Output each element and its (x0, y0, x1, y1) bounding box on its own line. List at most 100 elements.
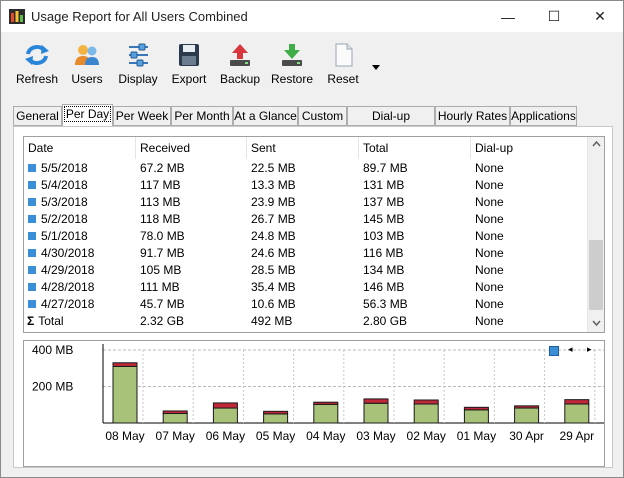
cell-date: Σ Total (24, 313, 136, 330)
date-text: 5/3/2018 (41, 195, 88, 209)
cell-date: 5/1/2018 (24, 228, 136, 245)
cell-date: 5/4/2018 (24, 177, 136, 194)
tab-dial-up-sessions[interactable]: Dial-up Sessions (347, 106, 435, 141)
bar-sent (363, 398, 389, 404)
refresh-button[interactable]: Refresh (9, 43, 65, 91)
table-row[interactable]: 4/30/2018 91.7 MB 24.6 MB 116 MB None (24, 245, 589, 262)
column-header-dial-up[interactable]: Dial-up (471, 137, 589, 159)
cell-sent: 22.5 MB (251, 161, 296, 175)
cell-sent: 492 MB (251, 314, 293, 328)
table-row[interactable]: 5/1/2018 78.0 MB 24.8 MB 103 MB None (24, 228, 589, 245)
sigma-total-icon: Σ (27, 314, 35, 328)
table-row[interactable]: 5/5/2018 67.2 MB 22.5 MB 89.7 MB None (24, 160, 589, 177)
reset-button[interactable]: Reset (315, 43, 371, 91)
cell-received: 113 MB (140, 195, 181, 209)
tab-per-week[interactable]: Per Week (113, 106, 171, 126)
cell-dial-up: None (475, 212, 504, 226)
app-icon (9, 9, 25, 24)
per-day-panel: Date Received Sent Total Dial-up 5/5/201… (13, 126, 613, 468)
users-label: Users (71, 72, 103, 86)
users-button[interactable]: Users (59, 43, 115, 91)
table-vertical-scrollbar[interactable] (587, 137, 604, 332)
scroll-up-arrow-icon[interactable] (592, 141, 601, 147)
x-tick-label: 06 May (206, 429, 245, 443)
column-header-received[interactable]: Received (136, 137, 247, 159)
bar-sent (413, 399, 439, 405)
cell-date: 5/2/2018 (24, 211, 136, 228)
title-bar[interactable]: Usage Report for All Users Combined — ☐ … (1, 1, 623, 32)
cell-total: 56.3 MB (363, 297, 408, 311)
cell-dial-up: None (475, 314, 504, 328)
table-row[interactable]: 5/2/2018 118 MB 26.7 MB 145 MB None (24, 211, 589, 228)
export-button[interactable]: Export (161, 43, 217, 91)
column-header-total[interactable]: Total (359, 137, 471, 159)
x-tick-label: 03 May (356, 429, 395, 443)
cell-received: 111 MB (140, 280, 180, 294)
scroll-down-arrow-icon[interactable] (592, 320, 601, 326)
cell-date: 5/3/2018 (24, 194, 136, 211)
tab-general[interactable]: General (13, 106, 62, 126)
tab-hourly-rates[interactable]: Hourly Rates (435, 106, 510, 126)
x-tick-label: 08 May (105, 429, 144, 443)
cell-total: 145 MB (363, 212, 405, 226)
table-row[interactable]: 5/3/2018 113 MB 23.9 MB 137 MB None (24, 194, 589, 211)
day-color-icon (28, 249, 36, 257)
tab-custom[interactable]: Custom (298, 106, 347, 126)
table-total-row[interactable]: Σ Total 2.32 GB 492 MB 2.80 GB None (24, 313, 589, 330)
bar-sent (162, 410, 188, 415)
cell-date: 4/30/2018 (24, 245, 136, 262)
restore-label: Restore (270, 72, 314, 86)
bar-received (112, 365, 138, 424)
x-tick-label: 07 May (156, 429, 195, 443)
tab-per-day[interactable]: Per Day (62, 104, 113, 127)
cell-sent: 23.9 MB (251, 195, 296, 209)
reset-dropdown-arrow-icon[interactable] (372, 65, 380, 71)
y-tick-label: 200 MB (32, 380, 73, 394)
table-row[interactable]: 5/4/2018 117 MB 13.3 MB 131 MB None (24, 177, 589, 194)
maximize-button[interactable]: ☐ (531, 1, 577, 32)
column-header-date[interactable]: Date (24, 137, 136, 159)
cell-dial-up: None (475, 178, 504, 192)
backup-button[interactable]: Backup (212, 43, 268, 91)
restore-button[interactable]: Restore (264, 43, 320, 91)
date-text: 5/2/2018 (41, 212, 88, 226)
close-button[interactable]: ✕ (577, 1, 623, 32)
minimize-button[interactable]: — (485, 1, 531, 32)
date-text: 4/27/2018 (41, 297, 95, 311)
date-text: 4/30/2018 (41, 246, 95, 260)
scrollbar-thumb[interactable] (589, 240, 603, 310)
chart-scroll-left-icon[interactable]: ◂ (568, 344, 573, 355)
cell-date: 4/29/2018 (24, 262, 136, 279)
chart-scroll-right-icon[interactable]: ▸ (587, 344, 592, 355)
display-label: Display (118, 72, 158, 86)
refresh-icon (25, 45, 49, 65)
restore-download-icon (282, 44, 302, 66)
column-header-sent[interactable]: Sent (247, 137, 359, 159)
tab-applications[interactable]: Applications (510, 106, 577, 126)
cell-received: 78.0 MB (140, 229, 185, 243)
legend-color-swatch[interactable] (549, 346, 559, 356)
reset-label: Reset (327, 72, 359, 86)
display-button[interactable]: Display (110, 43, 166, 91)
tab-custom-label: Custom (301, 109, 344, 123)
cell-received: 91.7 MB (140, 246, 185, 260)
cell-received: 45.7 MB (140, 297, 185, 311)
tab-per-day-label: Per Day (63, 106, 112, 122)
blank-document-icon (335, 43, 353, 67)
cell-received: 117 MB (140, 178, 181, 192)
tab-at-a-glance[interactable]: At a Glance (233, 106, 298, 126)
date-text: 5/4/2018 (41, 178, 88, 192)
cell-sent: 28.5 MB (251, 263, 296, 277)
table-row[interactable]: 4/29/2018 105 MB 28.5 MB 134 MB None (24, 262, 589, 279)
tab-applications-label: Applications (511, 109, 576, 123)
table-row[interactable]: 4/28/2018 111 MB 35.4 MB 146 MB None (24, 279, 589, 296)
cell-total: 116 MB (363, 246, 404, 260)
tab-per-month[interactable]: Per Month (171, 106, 233, 126)
total-label: Total (38, 314, 64, 328)
bar-sent (564, 399, 590, 405)
table-row[interactable]: 4/27/2018 45.7 MB 10.6 MB 56.3 MB None (24, 296, 589, 313)
usage-table[interactable]: Date Received Sent Total Dial-up 5/5/201… (23, 136, 605, 333)
bar-received (413, 403, 439, 424)
window-title: Usage Report for All Users Combined (31, 9, 248, 24)
bar-received (514, 407, 540, 424)
